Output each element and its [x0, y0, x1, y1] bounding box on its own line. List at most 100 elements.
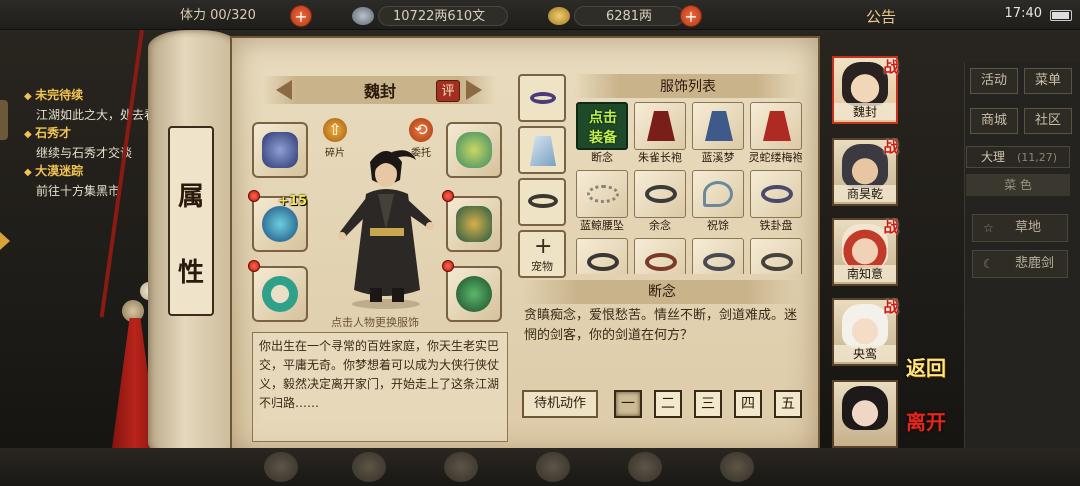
evaluate-button[interactable]: 评: [436, 80, 460, 102]
outfit-name: 朱雀长袍: [638, 151, 682, 164]
outfit-item[interactable]: 铁卦盘: [750, 170, 802, 234]
toolbar-icon[interactable]: [264, 452, 298, 482]
belt-icon: [761, 185, 793, 203]
quest-desc: 继续与石秀才交谈: [36, 146, 133, 160]
outfit-item[interactable]: 蓝鲸腰坠: [576, 170, 628, 234]
outfit-image: [634, 102, 686, 150]
add-gold-button[interactable]: +: [680, 5, 702, 27]
equip-slot-hat[interactable]: [446, 122, 502, 178]
place-grass-button[interactable]: ☆ 草地: [972, 214, 1068, 242]
outfit-image: [634, 170, 686, 218]
tab-bracelet[interactable]: [518, 74, 566, 122]
attributes-tab-char: 属: [177, 182, 204, 212]
belt-icon: [645, 253, 677, 271]
outfit-image: [576, 170, 628, 218]
ring-icon: [262, 276, 298, 312]
location-display: 大理 (11,27): [966, 146, 1070, 168]
action-option-5[interactable]: 五: [774, 390, 802, 418]
toolbar-icon[interactable]: [628, 452, 662, 482]
quest-title[interactable]: 大漠迷踪: [24, 162, 164, 182]
left-edge-tab[interactable]: [0, 100, 8, 140]
action-option-4[interactable]: 四: [734, 390, 762, 418]
outfit-image: [750, 102, 802, 150]
character-name: 魏封: [363, 82, 396, 101]
return-button[interactable]: 返回: [906, 352, 946, 381]
outfit-item[interactable]: [634, 238, 686, 274]
action-option-1[interactable]: 一: [614, 390, 642, 418]
robe-icon: [705, 111, 733, 141]
quest-title[interactable]: 未完待续: [24, 86, 164, 106]
tab-outfit[interactable]: [518, 126, 566, 174]
chain-icon: [703, 181, 733, 207]
silver-icon: [352, 7, 374, 25]
outfit-image: [634, 238, 686, 274]
outfit-item[interactable]: 朱雀长袍: [634, 102, 686, 166]
outfit-name: 灵蛇缕梅袍: [748, 151, 803, 164]
plus-icon: +: [534, 234, 553, 259]
outfit-name: 余念: [649, 219, 671, 232]
outfit-item[interactable]: [750, 238, 802, 274]
top-status-bar: [0, 0, 1080, 30]
outfit-item[interactable]: 灵蛇缕梅袍: [748, 102, 803, 166]
belt-icon: [761, 253, 793, 271]
outfit-name: 蓝溪梦: [701, 151, 735, 164]
menu-button[interactable]: 菜单: [1024, 68, 1072, 94]
stamina-label: 体力 00/320: [180, 8, 256, 23]
star-icon: ☆: [983, 221, 994, 235]
stamina-value: 00/320: [210, 8, 256, 23]
place-sword-button[interactable]: ☾ 悲鹿剑: [972, 250, 1068, 278]
equip-slot-armor[interactable]: [446, 196, 502, 252]
place-label: 草地: [1015, 220, 1042, 235]
outfit-desc-title: 断念: [522, 280, 802, 304]
outfit-item[interactable]: 余念: [634, 170, 686, 234]
outfit-list: 点击 装备 断念 朱雀长袍 蓝溪梦 灵蛇缕梅袍 蓝鲸腰坠 余念 祝馀 铁卦盘: [574, 100, 802, 274]
battle-tag: 战: [883, 218, 899, 236]
toolbar-icon[interactable]: [352, 452, 386, 482]
outfit-item[interactable]: 蓝溪梦: [692, 102, 744, 166]
leave-button[interactable]: 离开: [906, 406, 946, 435]
outfit-item[interactable]: 祝馀: [692, 170, 744, 234]
belt-icon: [645, 185, 677, 203]
outfit-item[interactable]: 点击 装备 断念: [576, 102, 628, 166]
location-name: 大理: [981, 150, 1006, 164]
character-figure[interactable]: [330, 140, 440, 310]
location-coords: (11,27): [1017, 151, 1058, 164]
shop-button[interactable]: 商城: [970, 108, 1018, 134]
map-label[interactable]: 菜 色: [966, 174, 1070, 196]
outfit-name: 铁卦盘: [759, 219, 793, 232]
robe-icon: [763, 111, 791, 141]
action-option-3[interactable]: 三: [694, 390, 722, 418]
toolbar-icon[interactable]: [444, 452, 478, 482]
quest-title[interactable]: 石秀才: [24, 124, 164, 144]
notice-button[interactable]: 公告: [866, 6, 896, 27]
equip-slot-boots[interactable]: [446, 266, 502, 322]
outfit-image: [692, 102, 744, 150]
tab-belt[interactable]: [518, 178, 566, 226]
belt-icon: [703, 253, 735, 271]
battle-tag: 战: [883, 58, 899, 76]
boots-icon: [456, 276, 492, 312]
notice-dot: [248, 260, 260, 272]
outfit-item[interactable]: [576, 238, 628, 274]
roster-card[interactable]: [832, 380, 898, 448]
belt-icon: [587, 253, 619, 271]
outfit-name: 祝馀: [707, 219, 729, 232]
outfit-item[interactable]: [692, 238, 744, 274]
activity-button[interactable]: 活动: [970, 68, 1018, 94]
robe-icon: [530, 136, 556, 166]
character-bio: 你出生在一个寻常的百姓家庭，你天生老实巴交，平庸无奇。你梦想着可以成为大侠行侠仗…: [252, 332, 508, 442]
attributes-tab-char: 性: [177, 258, 204, 288]
toolbar-icon[interactable]: [536, 452, 570, 482]
action-option-2[interactable]: 二: [654, 390, 682, 418]
community-button[interactable]: 社区: [1024, 108, 1072, 134]
armor-icon: [456, 206, 492, 242]
idle-action-button[interactable]: 待机动作: [522, 390, 598, 418]
add-stamina-button[interactable]: +: [290, 5, 312, 27]
equip-slot-ring[interactable]: [252, 266, 308, 322]
roster-name: 南知意: [834, 265, 896, 282]
bead-icon: [587, 185, 619, 203]
equip-slot-weapon[interactable]: [252, 122, 308, 178]
outfit-image: [692, 170, 744, 218]
toolbar-icon[interactable]: [720, 452, 754, 482]
moon-icon: ☾: [983, 257, 994, 271]
